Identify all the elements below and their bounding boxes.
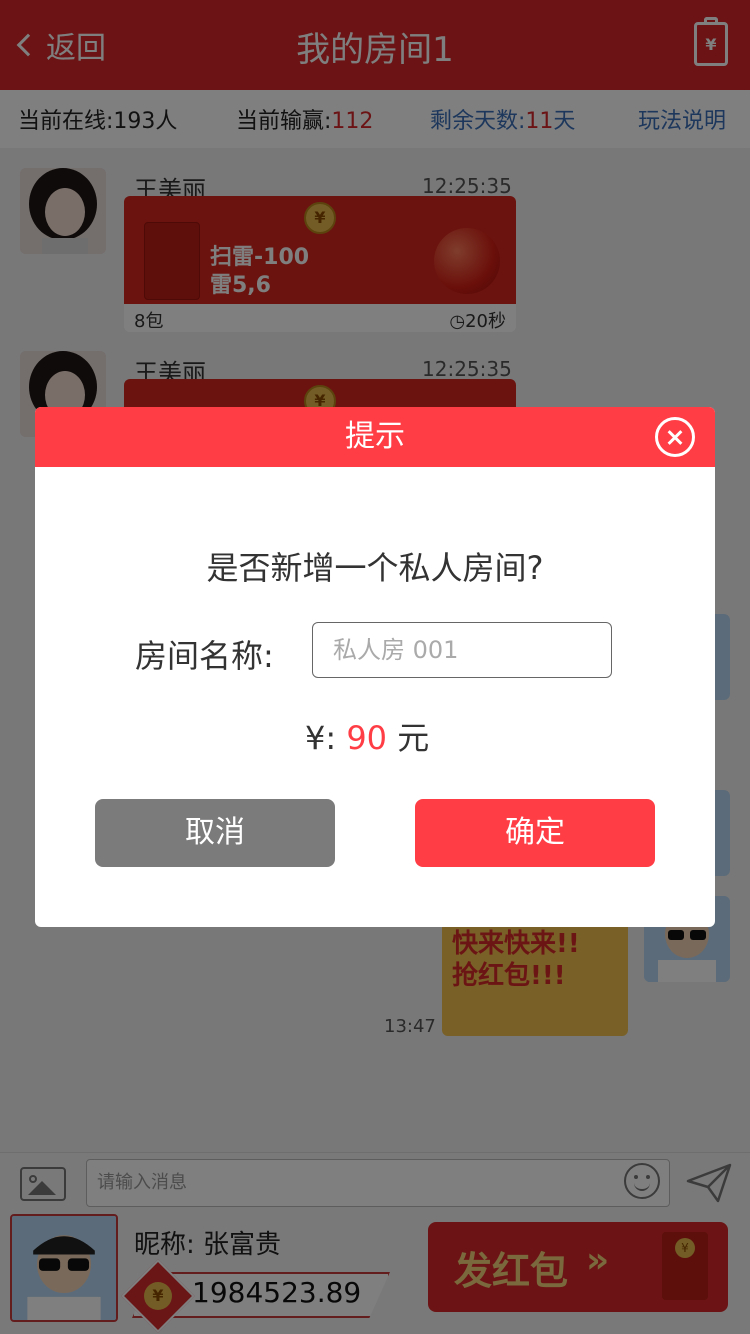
price-unit: 元 bbox=[397, 719, 430, 757]
cancel-button[interactable]: 取消 bbox=[95, 799, 335, 867]
room-price: ¥: 90 元 bbox=[305, 713, 429, 759]
room-name-input[interactable] bbox=[312, 622, 612, 678]
create-room-dialog: 提示 是否新增一个私人房间? 房间名称: ¥: 90 元 取消 确定 bbox=[35, 407, 715, 927]
dialog-title: 提示 bbox=[35, 407, 715, 467]
confirm-button[interactable]: 确定 bbox=[415, 799, 655, 867]
price-prefix: ¥: bbox=[305, 719, 337, 757]
price-value: 90 bbox=[346, 719, 388, 757]
room-name-label: 房间名称: bbox=[135, 637, 274, 675]
dialog-question: 是否新增一个私人房间? bbox=[206, 549, 544, 587]
close-icon[interactable] bbox=[655, 417, 695, 457]
